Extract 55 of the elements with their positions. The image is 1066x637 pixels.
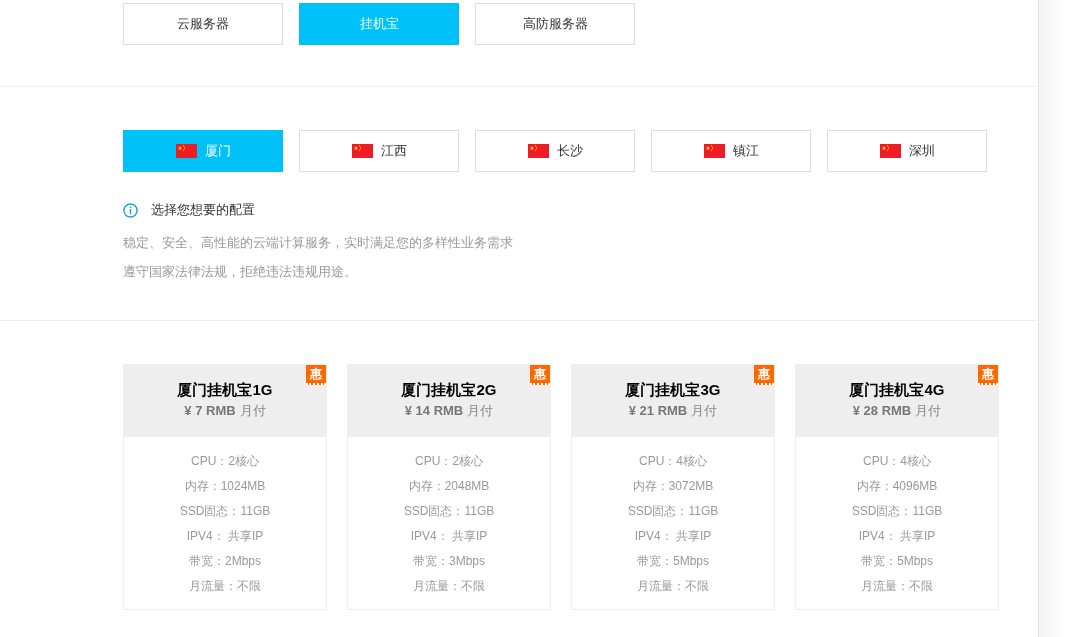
product-tab[interactable]: 云服务器 bbox=[123, 3, 283, 45]
price: ¥ 28 RMB bbox=[852, 402, 912, 420]
region-tab[interactable]: 江西 bbox=[299, 130, 459, 172]
spec-text: CPU：2核心 bbox=[191, 453, 259, 470]
spec-text: 月流量：不限 bbox=[861, 578, 933, 595]
discount-badge: 惠 bbox=[306, 365, 326, 385]
spec-text: CPU：2核心 bbox=[415, 453, 483, 470]
flag-icon bbox=[351, 144, 373, 158]
region-tab[interactable]: 镇江 bbox=[651, 130, 811, 172]
section-title: 选择您想要的配置 bbox=[151, 201, 255, 220]
plan-name: 厦门挂机宝4G bbox=[849, 380, 945, 400]
plan-name: 厦门挂机宝3G bbox=[625, 380, 721, 400]
spec-text: 月流量：不限 bbox=[637, 578, 709, 595]
description-text: 稳定、安全、高性能的云端计算服务，实时满足您的多样性业务需求 bbox=[123, 234, 514, 252]
spec-text: 内存：4096MB bbox=[856, 478, 938, 495]
spec-text: 带宽：3Mbps bbox=[413, 553, 485, 570]
billing-period: 月付 bbox=[239, 402, 266, 420]
spec-text: CPU：4核心 bbox=[639, 453, 707, 470]
flag-icon bbox=[527, 144, 549, 158]
spec-text: CPU：4核心 bbox=[863, 453, 931, 470]
spec-text: IPV4： 共享IP bbox=[858, 528, 936, 545]
spec-text: SSD固态：11GB bbox=[403, 503, 495, 520]
flag-icon bbox=[703, 144, 725, 158]
price: ¥ 14 RMB bbox=[404, 402, 464, 420]
spec-text: IPV4： 共享IP bbox=[186, 528, 264, 545]
spec-text: 内存：2048MB bbox=[408, 478, 490, 495]
spec-text: 带宽：2Mbps bbox=[189, 553, 261, 570]
spec-text: SSD固态：11GB bbox=[179, 503, 271, 520]
product-tab[interactable]: 高防服务器 bbox=[475, 3, 635, 45]
description-text: 遵守国家法律法规，拒绝违法违规用途。 bbox=[123, 263, 358, 281]
spec-text: IPV4： 共享IP bbox=[634, 528, 712, 545]
spec-text: 月流量：不限 bbox=[189, 578, 261, 595]
spec-text: SSD固态：11GB bbox=[627, 503, 719, 520]
billing-period: 月付 bbox=[467, 402, 494, 420]
discount-badge: 惠 bbox=[754, 365, 774, 385]
flag-icon bbox=[879, 144, 901, 158]
billing-period: 月付 bbox=[691, 402, 718, 420]
spec-text: 带宽：5Mbps bbox=[861, 553, 933, 570]
plan-name: 厦门挂机宝1G bbox=[177, 380, 273, 400]
region-tab[interactable]: 深圳 bbox=[827, 130, 987, 172]
spec-text: SSD固态：11GB bbox=[851, 503, 943, 520]
price: ¥ 7 RMB bbox=[184, 402, 236, 420]
flag-icon bbox=[175, 144, 197, 158]
spec-text: IPV4： 共享IP bbox=[410, 528, 488, 545]
discount-badge: 惠 bbox=[978, 365, 998, 385]
plan-name: 厦门挂机宝2G bbox=[401, 380, 497, 400]
spec-text: 内存：1024MB bbox=[184, 478, 266, 495]
spec-text: 带宽：5Mbps bbox=[637, 553, 709, 570]
spec-text: 内存：3072MB bbox=[632, 478, 714, 495]
discount-badge: 惠 bbox=[530, 365, 550, 385]
price: ¥ 21 RMB bbox=[628, 402, 688, 420]
spec-text: 月流量：不限 bbox=[413, 578, 485, 595]
info-icon bbox=[123, 202, 138, 218]
billing-period: 月付 bbox=[915, 402, 942, 420]
region-tab[interactable]: 长沙 bbox=[475, 130, 635, 172]
